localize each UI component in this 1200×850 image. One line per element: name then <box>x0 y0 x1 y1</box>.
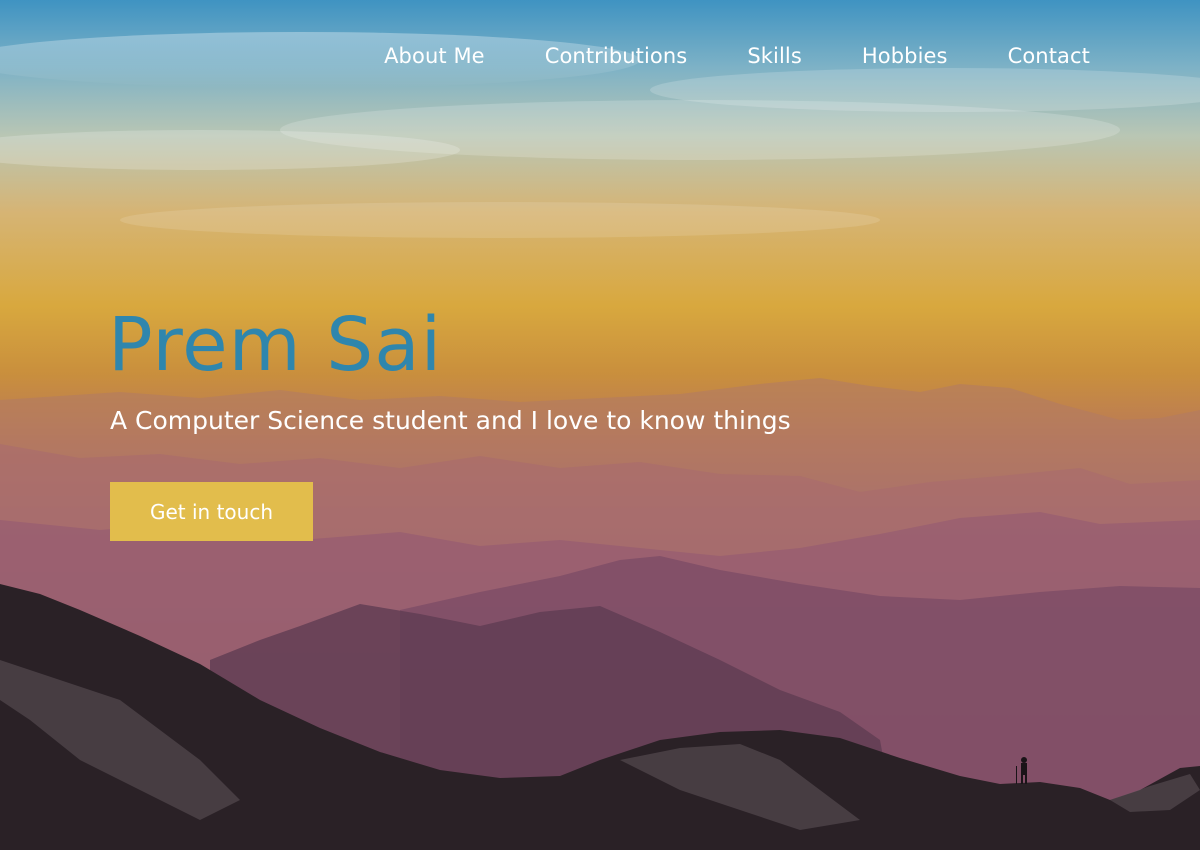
nav-link-about-me[interactable]: About Me <box>384 44 485 68</box>
hero-title: Prem Sai <box>108 302 443 388</box>
main-navigation: About Me Contributions Skills Hobbies Co… <box>384 44 1090 68</box>
nav-link-contact[interactable]: Contact <box>1008 44 1090 68</box>
hero-subtitle: A Computer Science student and I love to… <box>110 406 791 435</box>
nav-link-hobbies[interactable]: Hobbies <box>862 44 948 68</box>
get-in-touch-button[interactable]: Get in touch <box>110 482 313 541</box>
nav-link-contributions[interactable]: Contributions <box>545 44 688 68</box>
nav-link-skills[interactable]: Skills <box>747 44 802 68</box>
hero-section: About Me Contributions Skills Hobbies Co… <box>0 0 1200 850</box>
